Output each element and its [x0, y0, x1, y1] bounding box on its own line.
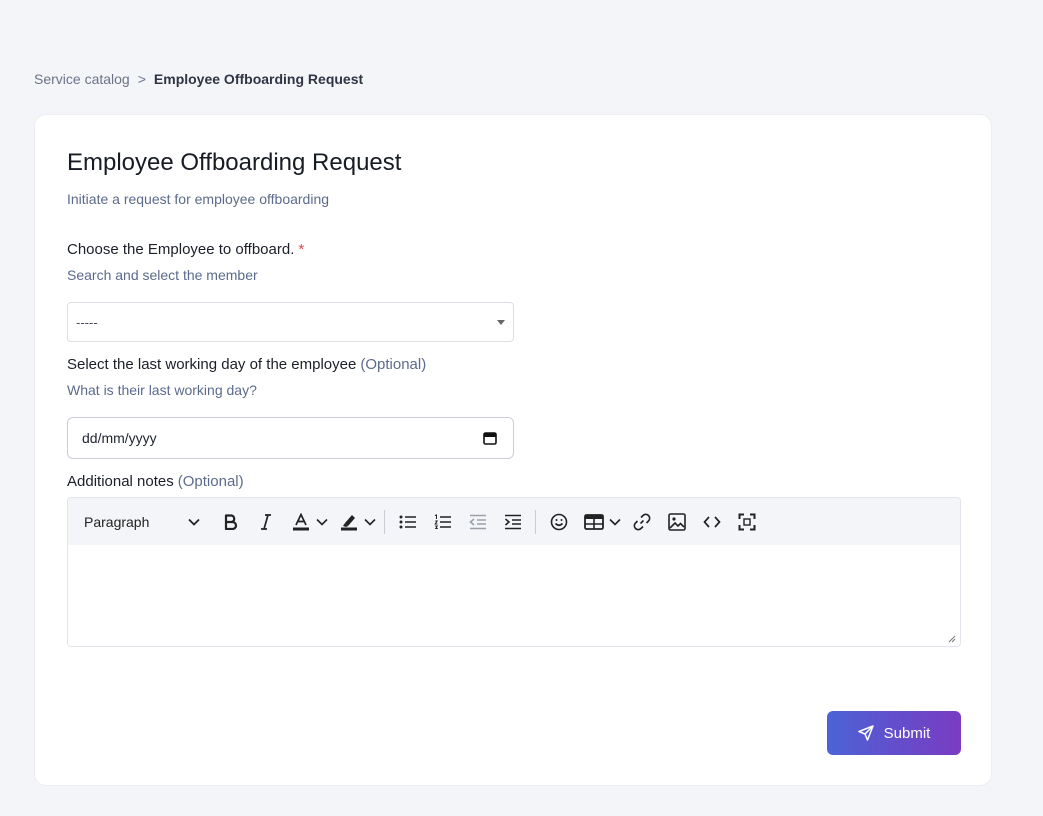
employee-field-label: Choose the Employee to offboard. *	[67, 241, 304, 258]
outdent-icon[interactable]	[463, 507, 493, 537]
highlight-control[interactable]	[334, 507, 376, 537]
caret-down-icon	[497, 320, 505, 325]
employee-field-help: Search and select the member	[67, 267, 258, 283]
highlight-icon[interactable]	[334, 507, 364, 537]
page-subtitle: Initiate a request for employee offboard…	[67, 191, 330, 207]
fullscreen-icon[interactable]	[732, 507, 762, 537]
code-icon[interactable]	[697, 507, 727, 537]
bullet-list-icon[interactable]	[393, 507, 423, 537]
italic-icon[interactable]	[251, 507, 281, 537]
indent-icon[interactable]	[498, 507, 528, 537]
toolbar-divider	[384, 509, 385, 534]
image-icon[interactable]	[662, 507, 692, 537]
employee-select-value: -----	[76, 314, 98, 330]
date-placeholder: dd/mm/yyyy	[82, 430, 157, 446]
emoji-icon[interactable]	[544, 507, 574, 537]
breadcrumb-service-catalog-link[interactable]: Service catalog	[34, 71, 130, 87]
resize-handle-icon[interactable]	[948, 635, 956, 643]
notes-field-label: Additional notes (Optional)	[67, 473, 244, 490]
submit-button[interactable]: Submit	[827, 711, 961, 755]
last-day-field-help: What is their last working day?	[67, 382, 257, 398]
toolbar-divider	[535, 509, 536, 534]
notes-field-label-text: Additional notes	[67, 473, 174, 490]
employee-field-label-text: Choose the Employee to offboard.	[67, 241, 295, 258]
table-control[interactable]	[579, 507, 621, 537]
table-icon[interactable]	[579, 507, 609, 537]
rich-text-editor: Paragraph	[67, 497, 961, 647]
breadcrumb: Service catalog > Employee Offboarding R…	[34, 71, 363, 87]
last-day-date-input[interactable]: dd/mm/yyyy	[67, 417, 514, 459]
form-card: Employee Offboarding Request Initiate a …	[34, 114, 992, 786]
numbered-list-icon[interactable]	[428, 507, 458, 537]
last-day-field-label: Select the last working day of the emplo…	[67, 356, 426, 373]
breadcrumb-current: Employee Offboarding Request	[153, 71, 364, 87]
text-color-icon[interactable]	[286, 507, 316, 537]
send-icon	[857, 725, 874, 741]
required-star: *	[298, 241, 305, 258]
block-format-dropdown[interactable]: Paragraph	[84, 514, 202, 530]
chevron-down-icon[interactable]	[364, 518, 376, 526]
link-icon[interactable]	[627, 507, 657, 537]
chevron-down-icon	[188, 518, 200, 526]
block-format-label: Paragraph	[84, 513, 150, 530]
editor-content-area[interactable]	[68, 545, 960, 646]
text-color-control[interactable]	[286, 507, 328, 537]
breadcrumb-separator: >	[137, 71, 146, 87]
page-title: Employee Offboarding Request	[67, 149, 402, 176]
chevron-down-icon[interactable]	[609, 518, 621, 526]
optional-tag: (Optional)	[177, 473, 244, 490]
submit-label: Submit	[883, 724, 931, 742]
last-day-field-label-text: Select the last working day of the emplo…	[67, 356, 357, 373]
bold-icon[interactable]	[216, 507, 246, 537]
editor-toolbar: Paragraph	[68, 498, 960, 545]
employee-select[interactable]: -----	[67, 302, 514, 342]
optional-tag: (Optional)	[360, 356, 427, 373]
chevron-down-icon[interactable]	[316, 518, 328, 526]
calendar-icon[interactable]	[483, 431, 497, 445]
